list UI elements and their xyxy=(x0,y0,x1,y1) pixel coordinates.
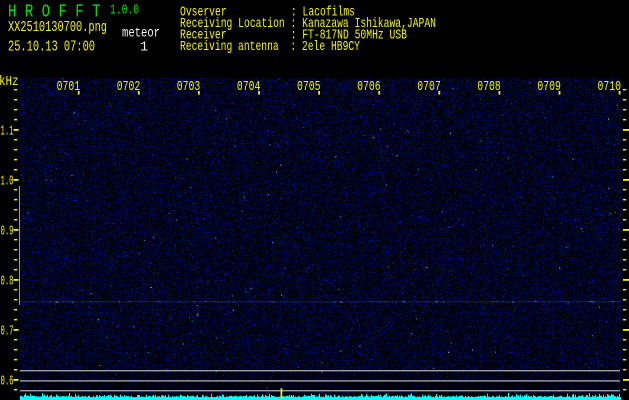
svg-text:1: 1 xyxy=(140,41,148,56)
svg-text:0708: 0708 xyxy=(477,79,501,95)
svg-text:0709: 0709 xyxy=(537,79,561,95)
svg-text:kHz: kHz xyxy=(0,74,19,90)
svg-text:XX2510130700.png: XX2510130700.png xyxy=(8,19,107,36)
svg-text:0704: 0704 xyxy=(237,79,261,95)
svg-text:0701: 0701 xyxy=(57,79,81,95)
svg-text:meteor: meteor xyxy=(122,27,160,42)
svg-text:0705: 0705 xyxy=(297,79,321,95)
svg-text:Receiving antenna : 2ele HB9C: Receiving antenna : 2ele HB9CY xyxy=(180,39,360,55)
svg-text:0.6: 0.6 xyxy=(1,374,14,390)
svg-text:1.0.0: 1.0.0 xyxy=(110,3,139,19)
svg-text:25.10.13 07:00: 25.10.13 07:00 xyxy=(8,39,95,56)
svg-text:0710: 0710 xyxy=(598,79,622,95)
svg-text:0.8: 0.8 xyxy=(1,274,14,290)
svg-text:1.0: 1.0 xyxy=(1,174,14,190)
svg-text:0.7: 0.7 xyxy=(1,324,14,340)
svg-text:0.9: 0.9 xyxy=(1,224,14,240)
svg-text:0707: 0707 xyxy=(417,79,441,95)
svg-text:1.1: 1.1 xyxy=(1,124,14,140)
svg-text:0703: 0703 xyxy=(177,79,201,95)
svg-text:0702: 0702 xyxy=(117,79,141,95)
svg-text:0706: 0706 xyxy=(357,79,381,95)
